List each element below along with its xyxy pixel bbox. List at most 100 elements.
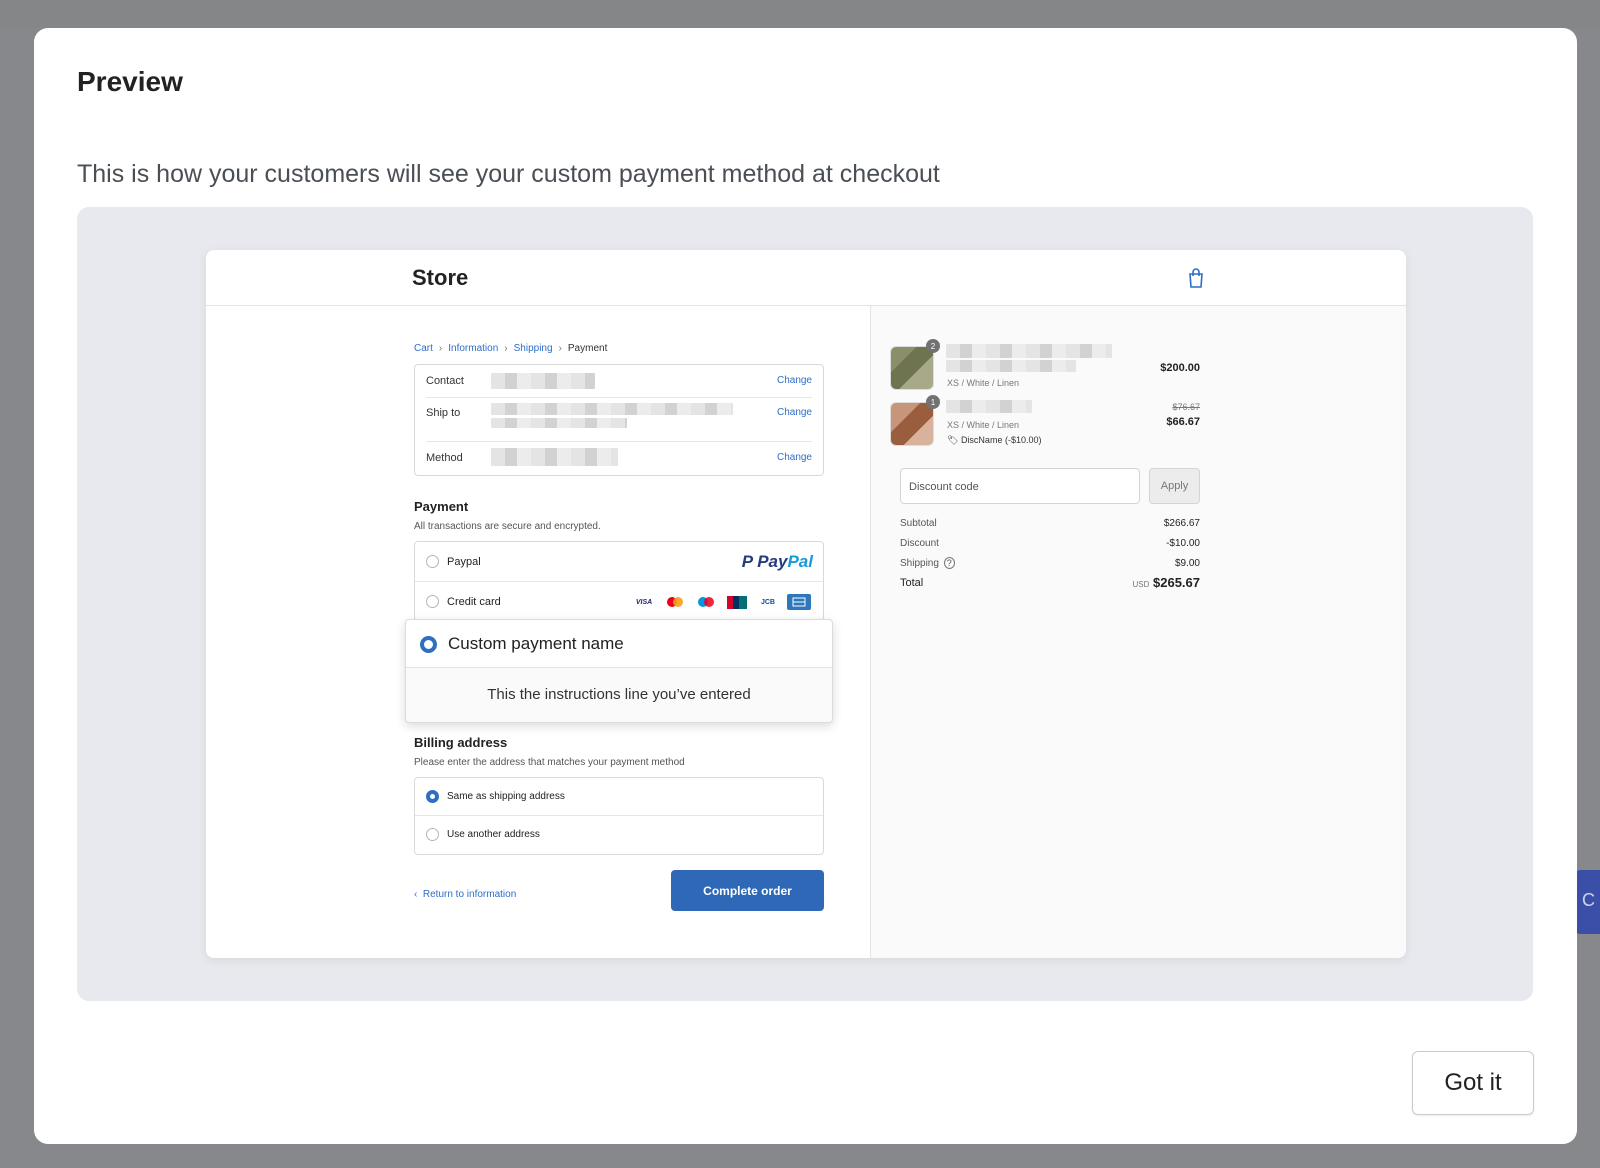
same-address-label: Same as shipping address [447, 791, 565, 802]
maestro-icon [694, 594, 718, 610]
background-partial-button: C [1576, 870, 1600, 934]
another-address-label: Use another address [447, 829, 540, 840]
return-label: Return to information [422, 889, 517, 900]
chevron-right-icon: › [438, 343, 443, 354]
total-row: Total USD $265.67 [900, 575, 1200, 590]
change-method-link[interactable]: Change [777, 452, 812, 463]
subtotal-row: Subtotal $266.67 [900, 518, 1200, 529]
discount-row: Discount -$10.00 [900, 538, 1200, 549]
paypal-label: Paypal [447, 556, 481, 568]
review-box: Contact Change Ship to Change Method Cha… [414, 364, 824, 476]
complete-order-button[interactable]: Complete order [671, 870, 824, 911]
custom-payment-radio[interactable] [420, 636, 437, 653]
unionpay-icon [725, 594, 749, 610]
currency-code: USD [1132, 580, 1150, 589]
item-price: $66.67 [1166, 416, 1200, 428]
visa-icon: VISA [635, 598, 653, 606]
preview-area: Store Cart › Information › Shipping › Pa… [77, 207, 1533, 1001]
billing-option-same[interactable]: Same as shipping address [415, 778, 823, 816]
store-name: Store [412, 265, 469, 290]
item-variant: XS / White / Linen [947, 420, 1020, 430]
custom-payment-header: Custom payment name [406, 620, 832, 668]
shopping-bag-icon [1189, 268, 1203, 288]
discount-code-input[interactable]: Discount code [900, 468, 1140, 504]
breadcrumb-information[interactable]: Information [448, 343, 498, 354]
shipping-label: Shipping [900, 558, 939, 569]
item-variant: XS / White / Linen [947, 378, 1020, 388]
billing-options: Same as shipping address Use another add… [414, 777, 824, 855]
billing-subheading: Please enter the address that matches yo… [414, 757, 685, 768]
discount-tag: 🏷 DiscName (-$10.00) [947, 435, 1041, 446]
tag-icon: 🏷 [947, 435, 961, 445]
total-value: $265.67 [1153, 575, 1200, 590]
method-row: Method Change [426, 452, 812, 464]
got-it-button[interactable]: Got it [1412, 1051, 1534, 1115]
payment-option-paypal[interactable]: Paypal P PayPal [415, 542, 823, 582]
custom-payment-option[interactable]: Custom payment name This the instruction… [405, 619, 833, 723]
product-name-redacted [946, 360, 1076, 372]
payment-option-credit-card[interactable]: Credit card VISA JCB [415, 582, 823, 622]
card-logos: VISA JCB [632, 594, 811, 610]
product-name-redacted [946, 400, 1032, 413]
modal-subtitle: This is how your customers will see your… [77, 160, 940, 188]
info-icon[interactable]: ? [943, 557, 955, 569]
ship-to-value-redacted [491, 418, 627, 428]
shipping-row: Shipping ? $9.00 [900, 557, 1200, 569]
modal-title: Preview [77, 66, 183, 97]
discount-tag-label: DiscName (-$10.00) [960, 435, 1042, 445]
another-address-radio[interactable] [426, 828, 439, 841]
amex-icon [787, 594, 811, 610]
billing-option-another[interactable]: Use another address [415, 816, 823, 854]
payment-heading: Payment [414, 499, 469, 514]
checkout-preview: Store Cart › Information › Shipping › Pa… [206, 250, 1406, 958]
product-thumbnail [890, 346, 934, 390]
shipping-value: $9.00 [1174, 558, 1200, 569]
paypal-logo: P PayPal [741, 552, 813, 571]
return-to-information-link[interactable]: ‹ Return to information [414, 889, 516, 900]
background-partial-button-label: C [1582, 890, 1595, 910]
credit-card-label: Credit card [447, 596, 501, 608]
credit-card-radio[interactable] [426, 595, 439, 608]
discount-value: -$10.00 [1166, 538, 1200, 549]
contact-value-redacted [491, 373, 595, 389]
breadcrumb-payment: Payment [567, 343, 608, 354]
product-name-redacted [946, 344, 1112, 358]
subtotal-label: Subtotal [900, 518, 937, 529]
breadcrumb-shipping[interactable]: Shipping [514, 343, 553, 354]
payment-options: Paypal P PayPal Credit card VISA JCB [414, 541, 824, 621]
breadcrumb-cart[interactable]: Cart [414, 343, 433, 354]
breadcrumb: Cart › Information › Shipping › Payment [414, 343, 607, 354]
subtotal-value: $266.67 [1163, 518, 1200, 529]
contact-label: Contact [426, 375, 464, 387]
item-original-price: $76.67 [1172, 402, 1200, 412]
method-value-redacted [491, 448, 618, 466]
billing-heading: Billing address [414, 735, 508, 750]
chevron-right-icon: › [504, 343, 508, 354]
custom-payment-instructions: This the instructions line you’ve entere… [487, 686, 751, 703]
mastercard-icon [663, 594, 687, 610]
payment-subheading: All transactions are secure and encrypte… [414, 521, 601, 532]
item-price: $200.00 [1160, 362, 1200, 374]
custom-payment-instructions-panel: This the instructions line you’ve entere… [406, 668, 832, 722]
item-quantity-badge: 1 [926, 395, 940, 409]
total-value-group: USD $265.67 [1132, 575, 1200, 590]
chevron-right-icon: › [558, 343, 562, 354]
product-thumbnail [890, 402, 934, 446]
item-quantity-badge: 2 [926, 339, 940, 353]
jcb-icon: JCB [760, 598, 775, 606]
apply-discount-button[interactable]: Apply [1149, 468, 1200, 504]
change-ship-to-link[interactable]: Change [777, 407, 812, 418]
background-app [0, 0, 1600, 28]
custom-payment-name: Custom payment name [448, 634, 624, 653]
divider [426, 397, 812, 398]
contact-row: Contact Change [426, 375, 812, 387]
same-address-radio[interactable] [426, 790, 439, 803]
paypal-radio[interactable] [426, 555, 439, 568]
discount-label: Discount [900, 538, 939, 549]
preview-modal: Preview This is how your customers will … [34, 28, 1577, 1144]
ship-to-label: Ship to [426, 407, 461, 419]
ship-to-value-redacted [491, 403, 733, 415]
change-contact-link[interactable]: Change [777, 375, 812, 386]
store-header: Store [206, 250, 1406, 306]
method-label: Method [426, 452, 463, 464]
